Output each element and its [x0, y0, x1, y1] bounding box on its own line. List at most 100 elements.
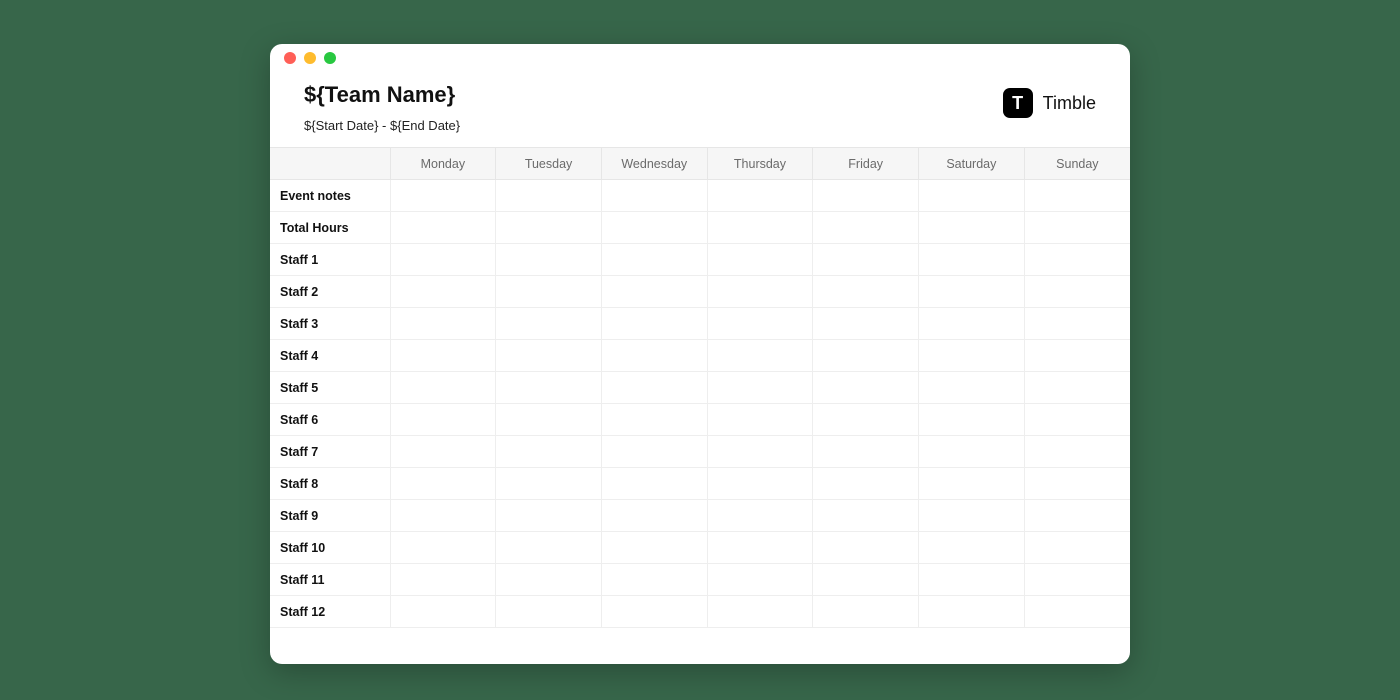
schedule-cell[interactable]: [1024, 532, 1130, 564]
schedule-cell[interactable]: [919, 564, 1025, 596]
window-minimize-button[interactable]: [304, 52, 316, 64]
schedule-cell[interactable]: [390, 180, 496, 212]
schedule-cell[interactable]: [496, 340, 602, 372]
schedule-cell[interactable]: [707, 468, 813, 500]
schedule-cell[interactable]: [707, 404, 813, 436]
schedule-cell[interactable]: [1024, 564, 1130, 596]
schedule-cell[interactable]: [813, 212, 919, 244]
schedule-cell[interactable]: [1024, 436, 1130, 468]
schedule-cell[interactable]: [390, 468, 496, 500]
schedule-cell[interactable]: [707, 180, 813, 212]
schedule-cell[interactable]: [1024, 372, 1130, 404]
schedule-cell[interactable]: [1024, 468, 1130, 500]
schedule-cell[interactable]: [919, 308, 1025, 340]
schedule-cell[interactable]: [496, 596, 602, 628]
schedule-cell[interactable]: [707, 372, 813, 404]
schedule-cell[interactable]: [813, 180, 919, 212]
schedule-cell[interactable]: [707, 596, 813, 628]
schedule-cell[interactable]: [919, 340, 1025, 372]
schedule-cell[interactable]: [390, 500, 496, 532]
schedule-cell[interactable]: [919, 404, 1025, 436]
schedule-cell[interactable]: [390, 436, 496, 468]
schedule-cell[interactable]: [390, 596, 496, 628]
schedule-cell[interactable]: [707, 564, 813, 596]
window-maximize-button[interactable]: [324, 52, 336, 64]
schedule-cell[interactable]: [813, 340, 919, 372]
schedule-cell[interactable]: [813, 564, 919, 596]
schedule-cell[interactable]: [390, 532, 496, 564]
schedule-cell[interactable]: [390, 244, 496, 276]
schedule-cell[interactable]: [601, 276, 707, 308]
schedule-cell[interactable]: [390, 212, 496, 244]
schedule-cell[interactable]: [496, 564, 602, 596]
schedule-cell[interactable]: [1024, 276, 1130, 308]
schedule-cell[interactable]: [919, 500, 1025, 532]
schedule-cell[interactable]: [919, 372, 1025, 404]
schedule-cell[interactable]: [813, 372, 919, 404]
schedule-cell[interactable]: [390, 564, 496, 596]
schedule-cell[interactable]: [813, 276, 919, 308]
schedule-cell[interactable]: [919, 468, 1025, 500]
schedule-cell[interactable]: [601, 500, 707, 532]
schedule-cell[interactable]: [1024, 596, 1130, 628]
schedule-cell[interactable]: [1024, 308, 1130, 340]
schedule-cell[interactable]: [601, 180, 707, 212]
schedule-cell[interactable]: [496, 468, 602, 500]
schedule-cell[interactable]: [496, 372, 602, 404]
schedule-cell[interactable]: [813, 244, 919, 276]
schedule-cell[interactable]: [496, 404, 602, 436]
schedule-cell[interactable]: [390, 340, 496, 372]
schedule-cell[interactable]: [919, 180, 1025, 212]
schedule-cell[interactable]: [601, 436, 707, 468]
schedule-cell[interactable]: [601, 372, 707, 404]
schedule-cell[interactable]: [496, 532, 602, 564]
schedule-cell[interactable]: [813, 532, 919, 564]
schedule-cell[interactable]: [919, 596, 1025, 628]
schedule-cell[interactable]: [601, 564, 707, 596]
schedule-cell[interactable]: [1024, 244, 1130, 276]
schedule-cell[interactable]: [1024, 404, 1130, 436]
schedule-cell[interactable]: [601, 308, 707, 340]
schedule-cell[interactable]: [707, 212, 813, 244]
window-close-button[interactable]: [284, 52, 296, 64]
schedule-cell[interactable]: [601, 532, 707, 564]
schedule-cell[interactable]: [601, 212, 707, 244]
schedule-cell[interactable]: [707, 276, 813, 308]
schedule-cell[interactable]: [1024, 500, 1130, 532]
schedule-cell[interactable]: [601, 468, 707, 500]
schedule-cell[interactable]: [813, 468, 919, 500]
schedule-cell[interactable]: [1024, 180, 1130, 212]
schedule-cell[interactable]: [601, 404, 707, 436]
schedule-cell[interactable]: [496, 180, 602, 212]
schedule-cell[interactable]: [496, 244, 602, 276]
schedule-cell[interactable]: [919, 276, 1025, 308]
schedule-cell[interactable]: [601, 596, 707, 628]
schedule-cell[interactable]: [390, 372, 496, 404]
schedule-cell[interactable]: [919, 532, 1025, 564]
schedule-cell[interactable]: [496, 276, 602, 308]
schedule-cell[interactable]: [813, 596, 919, 628]
schedule-cell[interactable]: [496, 212, 602, 244]
schedule-cell[interactable]: [496, 308, 602, 340]
schedule-cell[interactable]: [707, 244, 813, 276]
schedule-cell[interactable]: [707, 500, 813, 532]
schedule-cell[interactable]: [707, 340, 813, 372]
schedule-cell[interactable]: [601, 244, 707, 276]
schedule-cell[interactable]: [390, 404, 496, 436]
schedule-cell[interactable]: [919, 436, 1025, 468]
schedule-cell[interactable]: [496, 500, 602, 532]
schedule-cell[interactable]: [813, 404, 919, 436]
schedule-cell[interactable]: [496, 436, 602, 468]
schedule-cell[interactable]: [813, 308, 919, 340]
schedule-cell[interactable]: [1024, 340, 1130, 372]
schedule-cell[interactable]: [707, 308, 813, 340]
schedule-cell[interactable]: [1024, 212, 1130, 244]
schedule-cell[interactable]: [390, 276, 496, 308]
schedule-cell[interactable]: [813, 436, 919, 468]
schedule-cell[interactable]: [707, 436, 813, 468]
schedule-cell[interactable]: [707, 532, 813, 564]
schedule-cell[interactable]: [919, 244, 1025, 276]
schedule-cell[interactable]: [919, 212, 1025, 244]
schedule-cell[interactable]: [390, 308, 496, 340]
schedule-cell[interactable]: [601, 340, 707, 372]
